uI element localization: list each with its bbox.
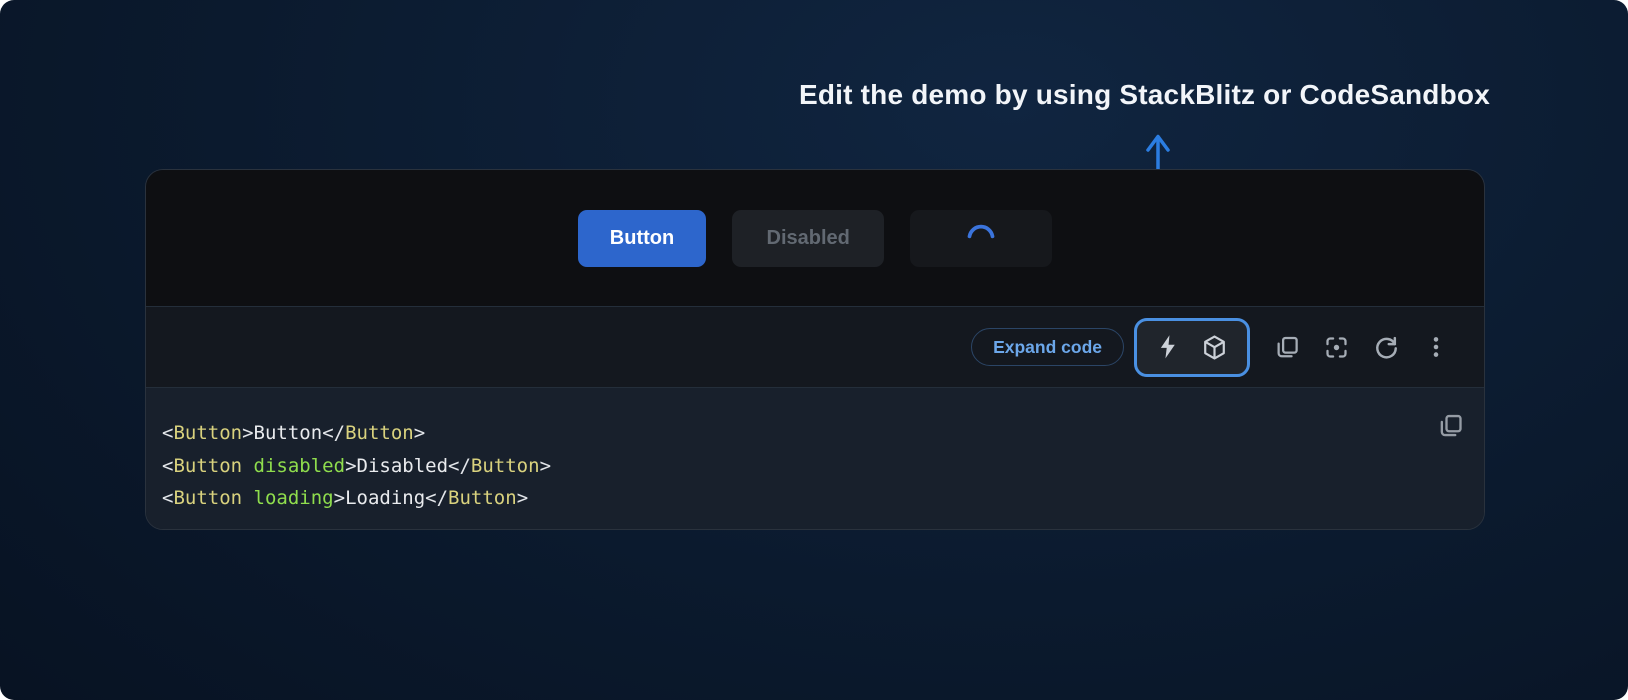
codesandbox-icon[interactable] — [1201, 334, 1228, 361]
primary-button[interactable]: Button — [578, 210, 706, 267]
copy-icon — [1436, 412, 1464, 440]
demo-preview: Button Disabled — [146, 170, 1484, 307]
focus-icon — [1323, 334, 1350, 361]
copy-code-button[interactable] — [1436, 412, 1464, 440]
isolate-demo-button[interactable] — [1322, 333, 1350, 361]
more-vertical-icon — [1423, 334, 1449, 360]
code-block: <Button>Button</Button><Button disabled>… — [162, 417, 1424, 515]
page-background: Edit the demo by using StackBlitz or Cod… — [0, 0, 1628, 700]
sandbox-icons-highlight-box — [1134, 318, 1250, 377]
demo-card: Button Disabled Expand code — [145, 169, 1485, 530]
code-line: <Button>Button</Button> — [162, 417, 1424, 450]
copy-demo-button[interactable] — [1272, 333, 1300, 361]
demo-toolbar: Expand code — [146, 307, 1484, 388]
code-panel: <Button>Button</Button><Button disabled>… — [146, 388, 1484, 529]
annotation-text: Edit the demo by using StackBlitz or Cod… — [799, 79, 1490, 111]
refresh-icon — [1373, 334, 1400, 361]
expand-code-button[interactable]: Expand code — [971, 328, 1124, 366]
code-line: <Button loading>Loading</Button> — [162, 482, 1424, 515]
loading-button[interactable] — [910, 210, 1052, 267]
stackblitz-icon[interactable] — [1157, 334, 1179, 360]
loading-spinner-icon — [966, 223, 996, 253]
more-actions-button[interactable] — [1422, 333, 1450, 361]
refresh-demo-button[interactable] — [1372, 333, 1400, 361]
code-line: <Button disabled>Disabled</Button> — [162, 450, 1424, 483]
disabled-button[interactable]: Disabled — [732, 210, 884, 267]
copy-icon — [1273, 334, 1300, 361]
